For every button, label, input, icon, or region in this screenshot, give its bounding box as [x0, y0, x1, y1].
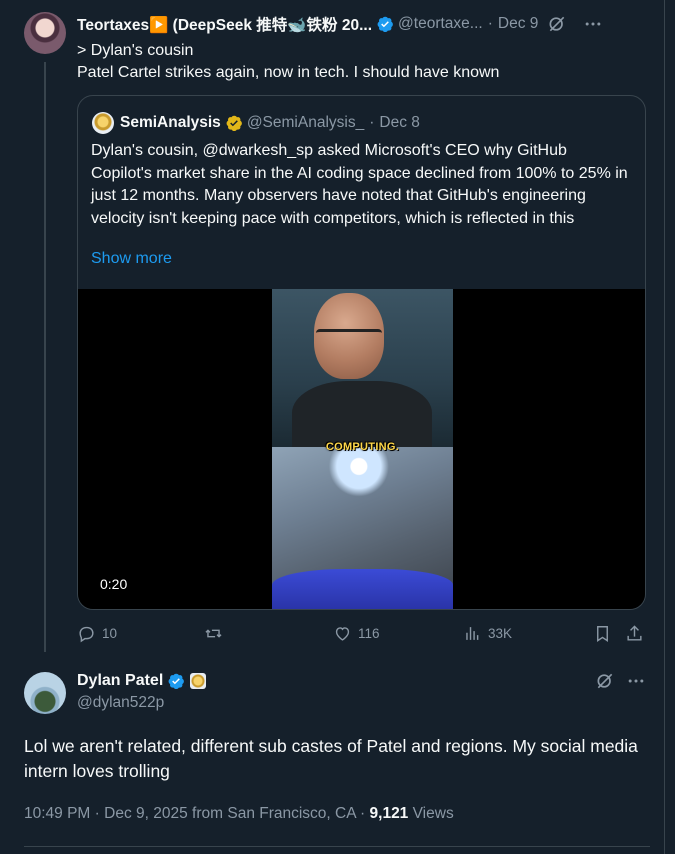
verified-badge-icon [377, 16, 393, 33]
repost-button[interactable] [204, 624, 229, 643]
reply-count: 10 [102, 626, 118, 641]
tweet2-date[interactable]: Dec 9, 2025 from San Francisco, CA [104, 805, 356, 822]
tweet2-meta-separator-2: · [360, 805, 366, 822]
like-button[interactable]: 116 [333, 624, 380, 643]
teortaxes-avatar[interactable] [24, 12, 66, 54]
video-frame: COMPUTING. [272, 289, 453, 609]
dylan-patel-avatar[interactable] [24, 672, 66, 714]
grok-icon[interactable] [547, 14, 567, 34]
tweet1-handle[interactable]: @teortaxe... [398, 15, 483, 33]
tweet1-date[interactable]: Dec 9 [498, 15, 539, 33]
grok-icon[interactable] [595, 671, 615, 691]
tweet2-text: Lol we aren't related, different sub cas… [24, 736, 638, 781]
bookmark-button[interactable] [593, 624, 612, 643]
repost-icon [205, 629, 222, 638]
analytics-icon [466, 627, 479, 640]
show-more-link[interactable]: Show more [91, 250, 172, 268]
tweet2-meta: 10:49 PM · Dec 9, 2025 from San Francisc… [24, 805, 454, 823]
tweet2-author-name[interactable]: Dylan Patel [77, 672, 163, 690]
quote-separator: · [369, 114, 375, 131]
like-count: 116 [358, 626, 380, 641]
semianalysis-avatar[interactable] [92, 112, 114, 134]
tweet2-meta-separator: · [94, 805, 100, 822]
tweet2-handle[interactable]: @dylan522p [77, 694, 164, 712]
video-player[interactable]: COMPUTING. 0:20 [78, 289, 645, 609]
bookmark-icon [597, 626, 608, 642]
tweet2-time[interactable]: 10:49 PM [24, 805, 90, 822]
heart-icon [335, 627, 350, 641]
speaker-glasses [316, 329, 382, 341]
gameplay-water [272, 569, 453, 609]
quote-text: Dylan's cousin, @dwarkesh_sp asked Micro… [91, 142, 628, 227]
video-frame-gameplay [272, 447, 453, 609]
tweet2-author-row: Dylan Patel [77, 672, 207, 690]
verified-badge-icon [168, 673, 185, 690]
tweet2-views-count: 9,121 [369, 805, 409, 822]
affiliate-logo-icon[interactable] [190, 673, 207, 689]
thread-connector-line [44, 62, 46, 652]
share-icon [627, 625, 642, 641]
quote-author-name[interactable]: SemiAnalysis [120, 114, 221, 132]
reply-button[interactable]: 10 [77, 624, 117, 643]
quote-header: SemiAnalysis @SemiAnalysis_ · Dec 8 [92, 112, 420, 134]
tweet1-line1: > Dylan's cousin [77, 42, 194, 59]
video-timer: 0:20 [100, 576, 128, 592]
tweet1-line2: Patel Cartel strikes again, now in tech.… [77, 64, 500, 81]
tweet1-text: > Dylan's cousin Patel Cartel strikes ag… [77, 40, 499, 84]
more-options-icon[interactable] [626, 671, 646, 691]
video-caption: COMPUTING. [325, 441, 400, 453]
video-frame-speaker [272, 289, 453, 461]
views-count: 33K [488, 626, 513, 641]
divider [24, 846, 650, 847]
tweet1-separator: · [487, 15, 493, 32]
quote-date[interactable]: Dec 8 [379, 114, 420, 132]
column-border [664, 0, 665, 854]
tweet1-header: Teortaxes▶️ (DeepSeek 推特🐋铁粉 20... @teort… [77, 14, 657, 34]
views-button[interactable]: 33K [463, 624, 512, 643]
tweet2-views-label: Views [412, 805, 454, 822]
reply-icon [79, 626, 94, 643]
quoted-tweet-card[interactable]: SemiAnalysis @SemiAnalysis_ · Dec 8 Dyla… [77, 95, 646, 610]
share-button[interactable] [625, 624, 644, 643]
verified-gold-badge-icon [226, 115, 242, 132]
more-options-icon[interactable] [583, 14, 603, 34]
quote-handle[interactable]: @SemiAnalysis_ [247, 114, 364, 132]
tweet1-actions: 10 116 33K [77, 624, 647, 646]
tweet1-author-name[interactable]: Teortaxes▶️ (DeepSeek 推特🐋铁粉 20... [77, 13, 372, 35]
